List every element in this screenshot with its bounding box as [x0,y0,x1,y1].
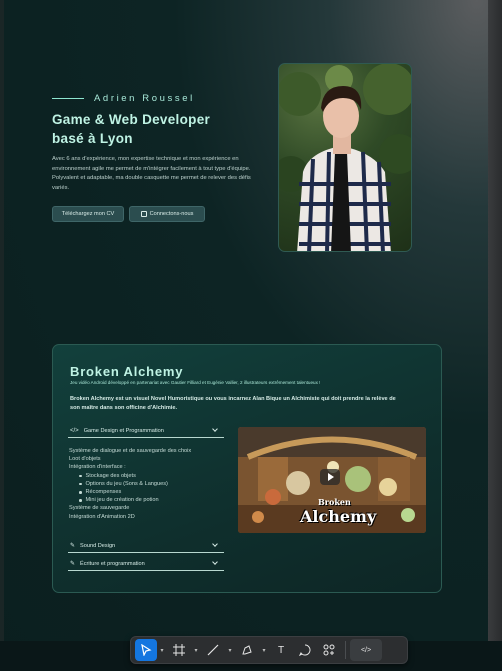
download-cv-label: Téléchargez mon CV [61,211,115,217]
game-logo-broken: Broken [318,497,351,507]
toolbar-divider [345,641,346,659]
bullet-text: Options du jeu (Sons & Langues) [85,480,168,487]
project-video[interactable]: Broken Alchemy [238,427,426,533]
detail-item: Système de sauvegarde [69,505,130,512]
wrench-icon: ✎ [70,543,76,549]
scrollbar-track[interactable] [488,0,502,671]
frame-tool[interactable] [167,639,191,661]
connect-button[interactable]: Connectons-nous [129,206,205,222]
accordion-game-design[interactable]: </> Game Design et Programmation [68,424,224,438]
accordion-label: Sound Design [80,542,116,549]
line-icon [207,644,219,656]
hero-description: Avec 6 ans d'expérience, mon expertise t… [52,156,251,191]
project-title: Broken Alchemy [70,364,184,379]
bullet-text: Récompenses [85,489,122,496]
accordion-writing[interactable]: ✎ Écriture et programmation [68,557,224,571]
accordion-header[interactable]: ✎ Écriture et programmation [68,557,224,571]
pen-tool[interactable] [235,639,259,661]
hero-name-row: Adrien Roussel [52,93,195,104]
detail-item: Loot d'objets [69,456,101,463]
accordion-label: Écriture et programmation [80,560,145,567]
bullet-text: Mini jeu de création de potion [85,497,159,504]
line-tool[interactable] [201,639,225,661]
comment-tool[interactable] [293,639,317,661]
project-subtitle: Jeu vidéo Android développé en partenari… [70,380,321,385]
accordion-content: Système de dialogue et de sauvegarde des… [69,447,229,521]
design-toolbar: ▾ ▾ ▾ ▾ T </> [130,636,408,664]
download-cv-button[interactable]: Téléchargez mon CV [52,206,124,222]
chevron-down-icon [212,426,218,432]
wrench-icon: ✎ [70,561,76,567]
chevron-down-icon [212,541,218,547]
frame-icon [173,644,185,656]
hero-accent-line [52,98,84,99]
pen-icon [242,645,252,655]
bullet-dot [79,474,82,478]
bullet-item: Options du jeu (Sons & Langues) [69,480,229,488]
accordion-header[interactable]: ✎ Sound Design [68,539,224,553]
pen-tool-menu[interactable]: ▾ [259,639,269,661]
bullet-item: Stockage des objets [69,472,229,480]
bullet-item: Récompenses [69,488,229,496]
left-edge [0,0,4,671]
project-card: Broken Alchemy Jeu vidéo Android dévelop… [52,344,442,593]
hero-title-line1: Game & Web Developer [52,112,211,127]
bullet-dot [79,491,82,494]
profile-photo [278,63,412,252]
play-button[interactable] [320,469,340,485]
connect-label: Connectons-nous [149,211,194,217]
hero-title: Game & Web Developer basé à Lyon [52,110,252,148]
bullet-text: Stockage des objets [85,472,136,479]
accordion-header[interactable]: </> Game Design et Programmation [68,424,224,438]
game-logo-alchemy: Alchemy [300,507,377,526]
cursor-icon [141,644,152,656]
text-tool[interactable]: T [269,639,293,661]
bullet-dot [79,499,82,502]
hero-title-line2: basé à Lyon [52,131,133,146]
accordion-label: Game Design et Programmation [83,427,164,434]
line-tool-menu[interactable]: ▾ [225,639,235,661]
comment-icon [299,644,311,656]
components-icon [323,644,335,656]
components-tool[interactable] [317,639,341,661]
project-description: Broken Alchemy est un visuel Novel Humor… [70,396,396,411]
select-tool[interactable] [135,639,157,661]
detail-item: Intégration d'Animation 2D [69,513,135,520]
detail-item: Système de dialogue et de sauvegarde des… [69,448,192,454]
contact-card-icon [140,211,147,217]
hero-name: Adrien Roussel [94,93,195,104]
frame-tool-menu[interactable]: ▾ [191,639,201,661]
detail-item: Intégration d'interface : [69,464,126,471]
accordion-sound-design[interactable]: ✎ Sound Design [68,539,224,553]
chevron-down-icon [212,559,218,565]
bullet-item: Mini jeu de création de potion [69,496,229,504]
bullet-dot [79,482,82,486]
code-icon: </> [70,427,79,434]
select-tool-menu[interactable]: ▾ [157,639,167,661]
code-tool[interactable]: </> [350,639,382,661]
